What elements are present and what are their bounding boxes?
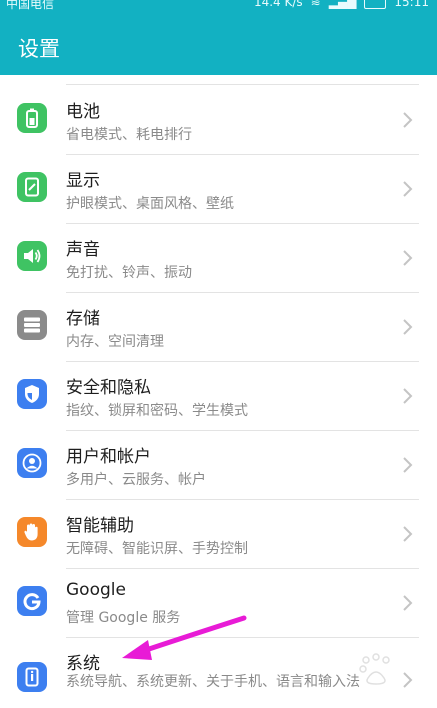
chevron-right-icon	[403, 526, 413, 542]
settings-item-label: Google	[66, 580, 126, 600]
settings-item-subtitle: 无障碍、智能识屏、手势控制	[66, 541, 248, 557]
status-right: 14.4 K/s ≋ ▂▄▆ 15:11	[254, 0, 429, 9]
settings-item-label: 系统	[66, 654, 100, 674]
chevron-right-icon	[403, 112, 413, 128]
settings-item-subtitle: 管理 Google 服务	[66, 610, 181, 626]
settings-item-security[interactable]: 安全和隐私 指纹、锁屏和密码、学生模式	[0, 362, 437, 431]
settings-item-label: 用户和帐户	[66, 447, 151, 467]
wifi-icon: ≋	[310, 0, 321, 9]
google-icon	[17, 586, 47, 616]
chevron-right-icon	[403, 319, 413, 335]
battery-status-icon	[364, 0, 387, 9]
settings-item-users[interactable]: 用户和帐户 多用户、云服务、帐户	[0, 431, 437, 500]
settings-item-subtitle: 内存、空间清理	[66, 334, 164, 350]
settings-item-subtitle: 护眼模式、桌面风格、壁纸	[66, 196, 234, 212]
chevron-right-icon	[403, 388, 413, 404]
settings-item-label: 显示	[66, 171, 100, 191]
settings-item-subtitle: 省电模式、耗电排行	[66, 127, 192, 143]
page-title: 设置	[18, 37, 60, 61]
chevron-right-icon	[403, 250, 413, 266]
settings-item-label: 存储	[66, 309, 100, 329]
phone-icon	[17, 662, 47, 692]
watermark-logo	[359, 653, 390, 685]
settings-item-label: 智能辅助	[66, 516, 134, 536]
display-icon	[17, 172, 47, 202]
settings-item-battery[interactable]: 电池 省电模式、耗电排行	[0, 86, 437, 155]
hand-icon	[17, 517, 47, 547]
chevron-right-icon	[403, 457, 413, 473]
settings-item-label: 安全和隐私	[66, 378, 151, 398]
sound-icon	[17, 241, 47, 271]
settings-item-label: 电池	[66, 102, 100, 122]
divider	[66, 84, 419, 85]
settings-item-smart-assist[interactable]: 智能辅助 无障碍、智能识屏、手势控制	[0, 500, 437, 569]
network-speed: 14.4 K/s	[253, 0, 303, 9]
settings-item-subtitle: 多用户、云服务、帐户	[66, 472, 206, 488]
settings-item-storage[interactable]: 存储 内存、空间清理	[0, 293, 437, 362]
user-icon	[17, 448, 47, 478]
battery-icon	[17, 103, 47, 133]
storage-icon	[17, 310, 47, 340]
status-bar: 中国电信 14.4 K/s ≋ ▂▄▆ 15:11	[0, 0, 437, 14]
clock: 15:11	[394, 0, 429, 9]
settings-item-subtitle: 指纹、锁屏和密码、学生模式	[66, 403, 248, 419]
shield-icon	[17, 379, 47, 409]
chevron-right-icon	[403, 181, 413, 197]
app-bar: 设置	[0, 14, 437, 75]
carrier-label: 中国电信	[6, 0, 55, 11]
settings-item-google[interactable]: Google 管理 Google 服务	[0, 569, 437, 638]
settings-item-sound[interactable]: 声音 免打扰、铃声、振动	[0, 224, 437, 293]
signal-icon: ▂▄▆	[328, 0, 357, 9]
settings-item-label: 声音	[66, 240, 100, 260]
chevron-right-icon	[403, 595, 413, 611]
settings-item-display[interactable]: 显示 护眼模式、桌面风格、壁纸	[0, 155, 437, 224]
settings-item-subtitle: 免打扰、铃声、振动	[66, 265, 192, 281]
